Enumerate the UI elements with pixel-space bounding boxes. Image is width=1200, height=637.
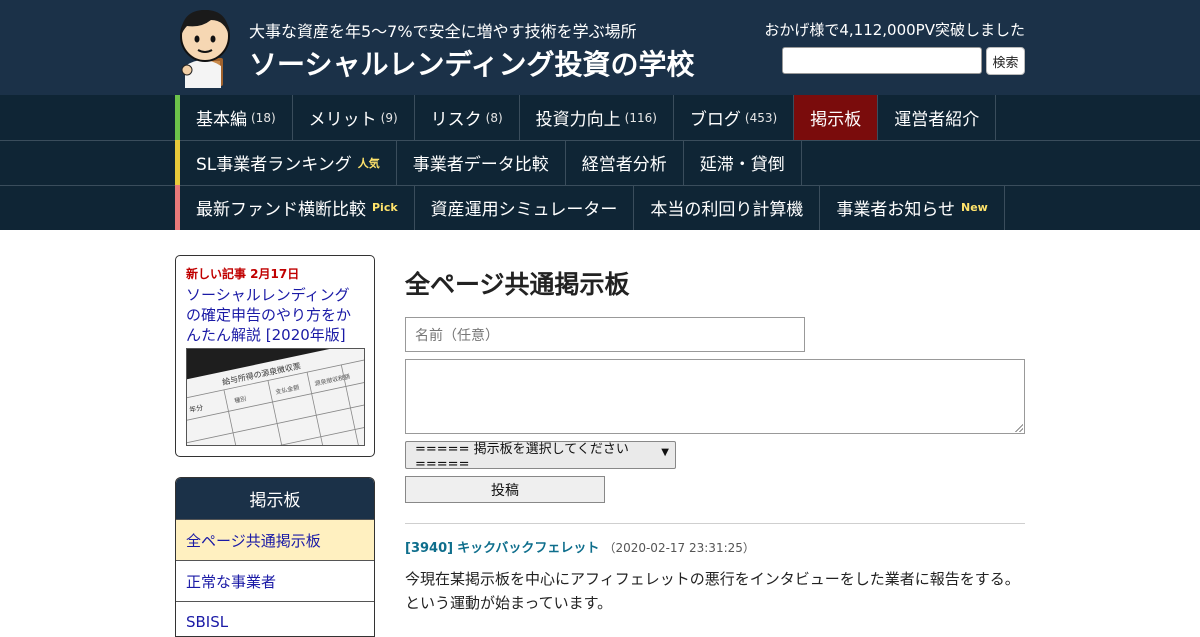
- page-title: 全ページ共通掲示板: [405, 270, 630, 299]
- nav-item-delinquency[interactable]: 延滞・貸倒: [684, 140, 802, 185]
- post-body-line: 今現在某掲示板を中心にアフィフェレットの悪行をインタビューをした業者に報告をする…: [405, 570, 1020, 588]
- nav-item-count: (453): [744, 110, 778, 125]
- post-author: キックバックフェレット: [457, 541, 600, 556]
- nav-row-2: SL事業者ランキング 人気 事業者データ比較 経営者分析 延滞・貸倒: [175, 140, 802, 185]
- nav-item-tag: 人気: [357, 156, 380, 170]
- new-article-box: 新しい記事 2月17日 ソーシャルレンディングの確定申告のやり方をかんたん解説 …: [175, 255, 375, 457]
- nav-item-label: 基本編: [196, 110, 247, 130]
- nav-item-label: ブログ: [689, 110, 741, 130]
- main-navigation: 基本編 (18) メリット (9) リスク (8) 投資力向上 (116) ブログ (45…: [0, 95, 1200, 230]
- board-list: 掲示板 全ページ共通掲示板 正常な事業者 SBISL: [175, 477, 375, 637]
- nav-item-blog[interactable]: ブログ (453): [674, 95, 795, 140]
- board-list-heading: 掲示板: [176, 478, 374, 519]
- nav-item-label: 経営者分析: [581, 155, 667, 175]
- nav-item-executive-analysis[interactable]: 経営者分析: [566, 140, 684, 185]
- nav-item-label: 事業者お知らせ: [836, 200, 956, 220]
- board-select[interactable]: ===== 掲示板を選択してください ===== ▼: [405, 441, 676, 472]
- board-select-value: ===== 掲示板を選択してください =====: [415, 442, 629, 472]
- nav-item-label: 本当の利回り計算機: [650, 200, 804, 220]
- nav-item-count: (8): [485, 110, 503, 125]
- search-input[interactable]: [782, 47, 982, 74]
- post-date: （2020-02-17 23:31:25）: [603, 541, 755, 555]
- nav-item-operator-news[interactable]: 事業者お知らせ New: [820, 185, 1005, 230]
- nav-item-count: (18): [251, 110, 276, 125]
- nav-item-label: 最新ファンド横断比較: [196, 200, 366, 220]
- pageview-counter: おかげ様で4,112,000PV突破しました: [764, 21, 1025, 39]
- post-button[interactable]: 投稿: [405, 476, 605, 503]
- nav-item-ranking[interactable]: SL事業者ランキング 人気: [180, 140, 397, 185]
- nav-item-about[interactable]: 運営者紹介: [878, 95, 997, 140]
- message-textarea[interactable]: [405, 359, 1025, 434]
- mascot-logo[interactable]: [175, 6, 235, 88]
- nav-item-label: 資産運用シミュレーター: [430, 200, 618, 220]
- board-list-item[interactable]: 全ページ共通掲示板: [176, 519, 374, 560]
- board-list-item[interactable]: SBISL: [176, 601, 374, 636]
- nav-item-label: SL事業者ランキング: [196, 155, 352, 175]
- board-list-item[interactable]: 正常な事業者: [176, 560, 374, 601]
- site-tagline: 大事な資産を年5～7%で安全に増やす技術を学ぶ場所: [249, 22, 637, 41]
- post-body-line: という運動が始まっています。: [405, 594, 613, 612]
- nav-item-merits[interactable]: メリット (9): [293, 95, 415, 140]
- nav-item-label: 延滞・貸倒: [699, 155, 785, 175]
- nav-item-label: 掲示板: [810, 110, 862, 130]
- nav-item-tag: New: [961, 201, 988, 214]
- nav-item-label: 事業者データ比較: [412, 155, 549, 175]
- nav-item-simulator[interactable]: 資産運用シミュレーター: [415, 185, 635, 230]
- nav-item-tag: Pick: [372, 201, 398, 214]
- nav-item-basics[interactable]: 基本編 (18): [180, 95, 293, 140]
- site-header: 大事な資産を年5～7%で安全に増やす技術を学ぶ場所 ソーシャルレンディング投資の…: [0, 0, 1200, 95]
- nav-item-data-compare[interactable]: 事業者データ比較: [397, 140, 566, 185]
- new-article-link[interactable]: ソーシャルレンディングの確定申告のやり方をかんたん解説 [2020年版]: [186, 285, 364, 345]
- nav-item-investing-skill[interactable]: 投資力向上 (116): [520, 95, 674, 140]
- nav-row-1: 基本編 (18) メリット (9) リスク (8) 投資力向上 (116) ブログ (45…: [175, 95, 997, 140]
- name-field[interactable]: 名前（任意）: [405, 317, 805, 352]
- search-button[interactable]: 検索: [986, 47, 1025, 75]
- nav-item-label: 投資力向上: [535, 110, 621, 130]
- nav-item-board[interactable]: 掲示板: [794, 95, 879, 140]
- nav-row-3: 最新ファンド横断比較 Pick 資産運用シミュレーター 本当の利回り計算機 事業者…: [175, 185, 1005, 230]
- resize-handle-icon[interactable]: [1015, 424, 1023, 432]
- nav-item-label: リスク: [430, 110, 482, 130]
- new-article-thumbnail[interactable]: 給与所得の源泉徴収票 年分 種別 金額 支払金額 源泉徴収税額: [186, 348, 365, 446]
- nav-item-yield-calculator[interactable]: 本当の利回り計算機: [634, 185, 821, 230]
- divider: [405, 523, 1025, 524]
- site-title[interactable]: ソーシャルレンディング投資の学校: [249, 43, 694, 83]
- nav-item-label: 運営者紹介: [894, 110, 980, 130]
- nav-item-count: (9): [380, 110, 398, 125]
- post-body: 今現在某掲示板を中心にアフィフェレットの悪行をインタビューをした業者に報告をする…: [405, 567, 1035, 615]
- nav-item-count: (116): [624, 110, 657, 125]
- nav-item-label: メリット: [308, 110, 377, 130]
- post-id[interactable]: [3940]: [405, 541, 453, 556]
- nav-item-risks[interactable]: リスク (8): [415, 95, 520, 140]
- new-article-label: 新しい記事 2月17日: [186, 267, 300, 281]
- nav-item-fund-compare[interactable]: 最新ファンド横断比較 Pick: [180, 185, 415, 230]
- chevron-down-icon: ▼: [661, 447, 669, 458]
- post-header: [3940] キックバックフェレット （2020-02-17 23:31:25）: [405, 537, 755, 556]
